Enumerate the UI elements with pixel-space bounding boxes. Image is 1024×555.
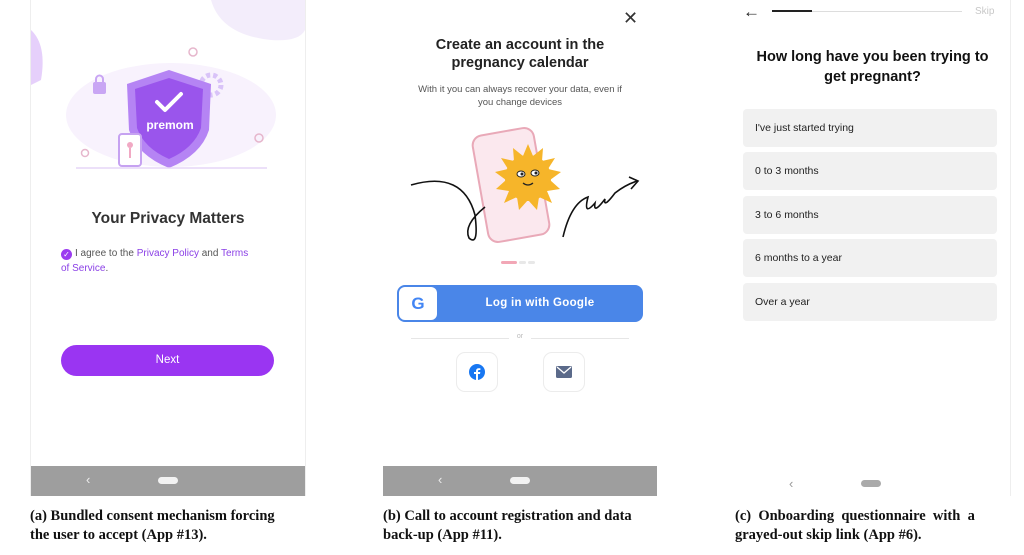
progress-fill <box>772 10 812 12</box>
lock-icon <box>93 82 106 94</box>
privacy-screen: premom Your Privacy Matters ✓ I agree to … <box>30 0 306 496</box>
option-item[interactable]: Over a year <box>743 283 997 321</box>
option-item[interactable]: 0 to 3 months <box>743 152 997 190</box>
google-login-button[interactable]: G Log in with Google <box>397 285 643 322</box>
question-title-line-2: get pregnant? <box>824 69 921 85</box>
caption-b-line-1: (b) Call to account registration and dat… <box>383 508 632 524</box>
close-icon[interactable]: ✕ <box>623 8 638 29</box>
consent-period: . <box>105 263 109 274</box>
consent-and: and <box>198 248 222 259</box>
caption-b-line-2: back-up (App #11). <box>383 527 502 543</box>
account-title-line-1: Create an account in the <box>435 37 605 53</box>
caption-b: (b) Call to account registration and dat… <box>383 507 632 545</box>
premom-logo: premom <box>146 118 194 132</box>
account-screen: ✕ Create an account in the pregnancy cal… <box>383 0 657 496</box>
terms-link-part-1[interactable]: Terms <box>221 248 248 259</box>
consent-prefix: I agree to the <box>75 248 137 259</box>
mail-icon <box>556 365 572 378</box>
account-title: Create an account in the pregnancy calen… <box>383 36 657 72</box>
question-title-line-1: How long have you been trying to <box>756 49 989 65</box>
nav-home-button[interactable] <box>861 480 881 487</box>
google-login-label: Log in with Google <box>485 297 595 309</box>
google-icon: G <box>399 287 437 320</box>
nav-home-button[interactable] <box>158 477 178 484</box>
email-login-button[interactable] <box>543 352 585 392</box>
nav-back-icon[interactable]: ‹ <box>789 476 793 491</box>
progress-track <box>772 10 962 12</box>
caption-c: (c) Onboarding questionnaire with a gray… <box>735 507 975 545</box>
option-item[interactable]: I've just started trying <box>743 109 997 147</box>
privacy-title: Your Privacy Matters <box>91 210 245 227</box>
caption-a-line-2: the user to accept (App #13). <box>30 527 207 543</box>
privacy-policy-link[interactable]: Privacy Policy <box>137 248 199 259</box>
nav-back-icon[interactable]: ‹ <box>438 472 442 487</box>
next-button[interactable]: Next <box>61 345 274 376</box>
carousel-dots <box>501 261 537 279</box>
consent-checkbox-icon[interactable]: ✓ <box>61 249 72 260</box>
android-navbar: ‹ <box>383 466 657 496</box>
nav-home-button[interactable] <box>510 477 530 484</box>
terms-link-part-2[interactable]: of Service <box>61 263 105 274</box>
account-subtitle: With it you can always recover your data… <box>397 84 643 109</box>
caption-c-line-1: (c) Onboarding questionnaire with a <box>735 508 975 524</box>
questionnaire-screen: ← Skip How long have you been trying to … <box>735 0 1011 496</box>
arrow-left-icon[interactable]: ← <box>743 2 760 22</box>
skip-link[interactable]: Skip <box>975 6 994 17</box>
caption-c-line-2: grayed-out skip link (App #6). <box>735 527 922 543</box>
consent-text: ✓ I agree to the Privacy Policy and Terms… <box>61 246 286 276</box>
caption-a: (a) Bundled consent mechanism forcing th… <box>30 507 275 545</box>
account-subtitle-line-2: you change devices <box>478 96 562 108</box>
option-item[interactable]: 3 to 6 months <box>743 196 997 234</box>
phone-sun-illustration <box>410 127 640 243</box>
android-navbar: ‹ <box>31 466 305 496</box>
or-divider: or <box>411 333 629 345</box>
option-item[interactable]: 6 months to a year <box>743 239 997 277</box>
question-title: How long have you been trying to get pre… <box>735 47 1010 87</box>
privacy-illustration <box>31 0 305 169</box>
facebook-icon <box>469 363 485 380</box>
account-title-line-2: pregnancy calendar <box>451 55 589 71</box>
nav-back-icon[interactable]: ‹ <box>86 472 90 487</box>
account-subtitle-line-1: With it you can always recover your data… <box>418 84 622 95</box>
facebook-login-button[interactable] <box>456 352 498 392</box>
caption-a-line-1: (a) Bundled consent mechanism forcing <box>30 508 275 524</box>
